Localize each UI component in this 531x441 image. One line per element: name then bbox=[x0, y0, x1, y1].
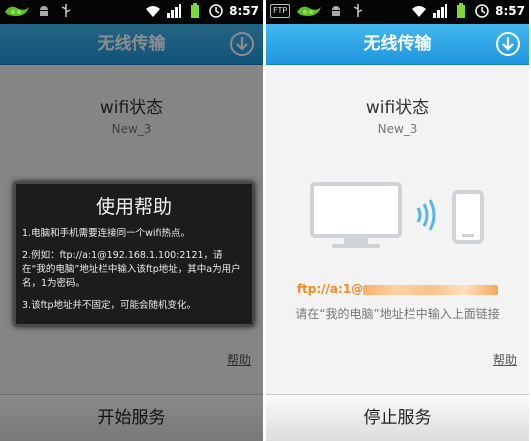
help-link[interactable]: 帮助 bbox=[493, 351, 517, 368]
clock: 8:57 bbox=[495, 4, 525, 18]
status-bar: 8:57 bbox=[0, 0, 263, 24]
network-name: New_3 bbox=[377, 122, 418, 136]
ftp-status-icon: FTP bbox=[270, 4, 291, 18]
help-dialog: 使用帮助 1.电脑和手机需要连接同一个wifi热点。 2.例如：ftp://a:… bbox=[14, 182, 254, 326]
dialog-line: 1.电脑和手机需要连接同一个wifi热点。 bbox=[22, 228, 190, 239]
ftp-address-prefix: ftp://a:1@ bbox=[296, 282, 364, 296]
dialog-line: 3.该ftp地址并不固定，可能会随机变化。 bbox=[22, 300, 196, 311]
wifi-signal-icon bbox=[412, 6, 427, 17]
dialog-body: 1.电脑和手机需要连接同一个wifi热点。 2.例如：ftp://a:1@192… bbox=[22, 227, 246, 313]
phone-icon bbox=[452, 190, 484, 244]
left-screen: 8:57 无线传输 wifi状态 New_3 帮助 开始服务 使用帮助 1.电脑… bbox=[0, 0, 263, 441]
status-bar: FTP 8:57 bbox=[266, 0, 529, 24]
android-icon bbox=[40, 6, 48, 16]
stop-service-button[interactable]: 停止服务 bbox=[266, 394, 529, 441]
instruction-text: 请在“我的电脑”地址栏中输入上面链接 bbox=[295, 307, 500, 321]
transfer-illustration bbox=[310, 182, 484, 248]
download-icon[interactable] bbox=[495, 31, 521, 57]
alarm-icon bbox=[209, 4, 223, 18]
wifi-signal-icon bbox=[146, 6, 161, 17]
monitor-icon bbox=[310, 182, 402, 248]
dialog-title: 使用帮助 bbox=[95, 196, 172, 218]
cell-signal-icon bbox=[167, 4, 182, 18]
ftp-address: ftp://a:1@ bbox=[266, 282, 529, 296]
title-bar: 无线传输 bbox=[266, 24, 529, 65]
wifi-waves-icon bbox=[416, 199, 436, 231]
battery-icon bbox=[191, 3, 200, 18]
dialog-line: 2.例如：ftp://a:1@192.168.1.100:2121，请在“我的电… bbox=[22, 250, 241, 289]
right-screen: FTP 8:57 无线传输 wifi状态 New_3 ftp://a:1@ 请在… bbox=[266, 0, 529, 441]
wifi-status-label: wifi状态 bbox=[365, 98, 430, 118]
alarm-icon bbox=[475, 4, 489, 18]
clock: 8:57 bbox=[229, 4, 259, 18]
usb-icon bbox=[61, 4, 71, 17]
cell-signal-icon bbox=[433, 4, 448, 18]
pea-icon bbox=[5, 6, 29, 17]
usb-icon bbox=[353, 4, 363, 17]
android-icon bbox=[332, 6, 341, 16]
page-title: 无线传输 bbox=[363, 34, 432, 54]
battery-icon bbox=[457, 3, 466, 18]
blurred-ip bbox=[363, 284, 499, 295]
pea-icon bbox=[297, 6, 322, 17]
